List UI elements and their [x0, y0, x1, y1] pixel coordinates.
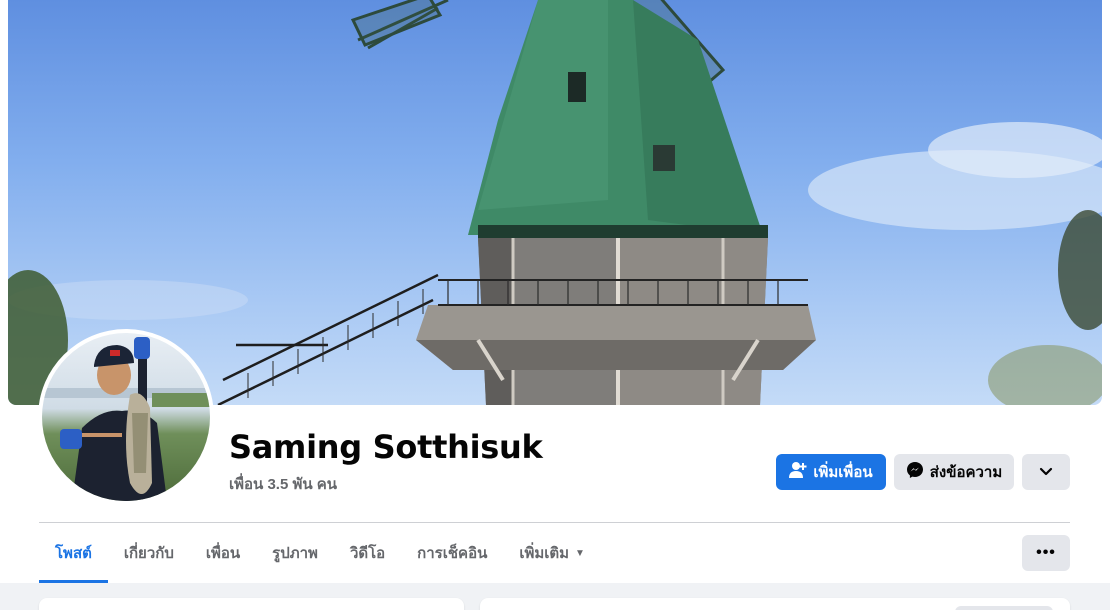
- caret-down-icon: ▼: [575, 547, 585, 559]
- tab-label: เพิ่มเติม: [519, 545, 570, 562]
- profile-picture[interactable]: [38, 329, 214, 505]
- profile-options-button[interactable]: [1022, 454, 1070, 490]
- profile-header: Saming Sotthisuk เพื่อน 3.5 พัน คน เพิ่ม…: [0, 0, 1110, 583]
- tab-label: โพสต์: [55, 545, 92, 562]
- tab-checkins[interactable]: การเช็คอิน: [401, 523, 503, 583]
- friend-count[interactable]: เพื่อน 3.5 พัน คน: [229, 472, 337, 496]
- message-button[interactable]: ส่งข้อความ: [894, 454, 1014, 490]
- ellipsis-icon: •••: [1036, 544, 1056, 561]
- filters-button[interactable]: [955, 606, 1053, 610]
- profile-tabs: โพสต์ เกี่ยวกับ เพื่อน รูปภาพ วิดีโอ การ…: [39, 523, 601, 583]
- add-friend-button[interactable]: เพิ่มเพื่อน: [776, 454, 886, 490]
- tab-label: รูปภาพ: [272, 545, 318, 562]
- tab-label: เพื่อน: [205, 545, 241, 562]
- message-label: ส่งข้อความ: [929, 464, 1003, 481]
- profile-name: Saming Sotthisuk: [229, 428, 543, 466]
- avatar-image: [42, 333, 210, 501]
- chevron-down-icon: [1039, 464, 1053, 481]
- more-options-button[interactable]: •••: [1022, 535, 1070, 571]
- tab-videos[interactable]: วิดีโอ: [334, 523, 401, 583]
- tab-about[interactable]: เกี่ยวกับ: [108, 523, 190, 583]
- intro-card: [39, 598, 464, 610]
- tab-label: วิดีโอ: [349, 545, 386, 562]
- tab-friends[interactable]: เพื่อน: [190, 523, 256, 583]
- tab-label: การเช็คอิน: [417, 545, 488, 562]
- tab-more[interactable]: เพิ่มเติม ▼: [503, 523, 601, 583]
- tab-photos[interactable]: รูปภาพ: [256, 523, 334, 583]
- add-friend-label: เพิ่มเพื่อน: [813, 464, 873, 481]
- tab-label: เกี่ยวกับ: [123, 545, 174, 562]
- add-friend-icon: [789, 461, 807, 483]
- messenger-icon: [906, 461, 924, 483]
- tab-posts[interactable]: โพสต์: [39, 523, 108, 583]
